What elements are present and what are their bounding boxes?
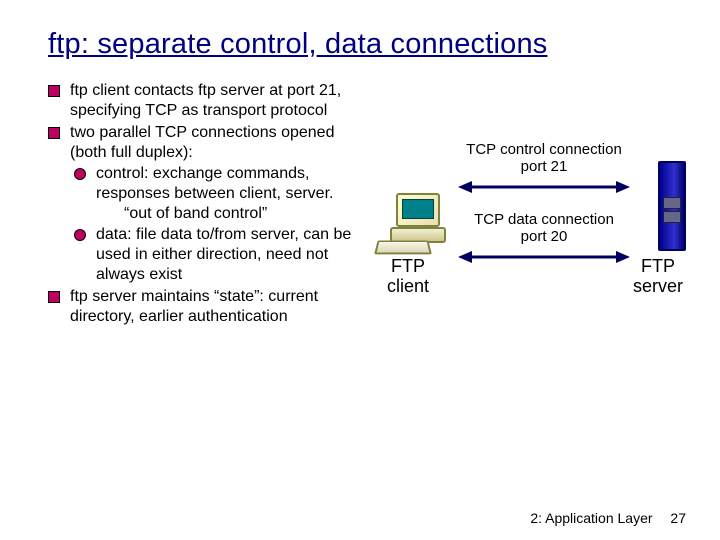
sub-bullet-list: control: exchange commands, responses be… xyxy=(74,164,368,285)
bullet-column: ftp client contacts ftp server at port 2… xyxy=(48,81,368,329)
footer: 2: Application Layer 27 xyxy=(530,510,686,526)
bullet-item: ftp client contacts ftp server at port 2… xyxy=(48,81,368,121)
keyboard-icon xyxy=(374,241,432,255)
sub-bullet-item: data: file data to/from server, can be u… xyxy=(74,225,368,285)
page-number: 27 xyxy=(670,510,686,526)
data-connection: TCP data connection port 20 xyxy=(458,211,630,266)
double-arrow-icon xyxy=(458,248,630,266)
server-tower-icon xyxy=(658,161,686,251)
server-label: FTPserver xyxy=(618,257,698,297)
bullet-text: two parallel TCP connections opened (bot… xyxy=(70,124,334,161)
control-caption: TCP control connection port 21 xyxy=(458,141,630,176)
bullet-item: two parallel TCP connections opened (bot… xyxy=(48,123,368,285)
control-connection: TCP control connection port 21 xyxy=(458,141,630,196)
bullet-list: ftp client contacts ftp server at port 2… xyxy=(48,81,368,327)
data-caption: TCP data connection port 20 xyxy=(458,211,630,246)
bullet-text: ftp server maintains “state”: current di… xyxy=(70,288,318,325)
sub-bullet-text: data: file data to/from server, can be u… xyxy=(96,226,351,283)
caption-line: TCP data connection xyxy=(474,211,614,228)
caption-line: TCP control connection xyxy=(466,141,622,158)
sub-bullet-item: control: exchange commands, responses be… xyxy=(74,164,368,224)
slide-title: ftp: separate control, data connections xyxy=(48,28,686,61)
caption-line: port 21 xyxy=(521,158,568,175)
content-row: ftp client contacts ftp server at port 2… xyxy=(48,81,686,329)
footer-chapter: 2: Application Layer xyxy=(530,510,652,526)
sub-bullet-text: control: exchange commands, responses be… xyxy=(96,165,333,202)
bullet-text: ftp client contacts ftp server at port 2… xyxy=(70,82,341,119)
double-arrow-icon xyxy=(458,178,630,196)
slide: ftp: separate control, data connections … xyxy=(0,0,720,540)
sub-bullet-tag: “out of band control” xyxy=(96,204,368,224)
monitor-icon xyxy=(396,193,440,227)
diagram: TCP control connection port 21 TCP data … xyxy=(368,131,686,329)
caption-line: port 20 xyxy=(521,228,568,245)
bullet-item: ftp server maintains “state”: current di… xyxy=(48,287,368,327)
client-computer-icon xyxy=(376,193,448,255)
client-label: FTPclient xyxy=(368,257,448,297)
